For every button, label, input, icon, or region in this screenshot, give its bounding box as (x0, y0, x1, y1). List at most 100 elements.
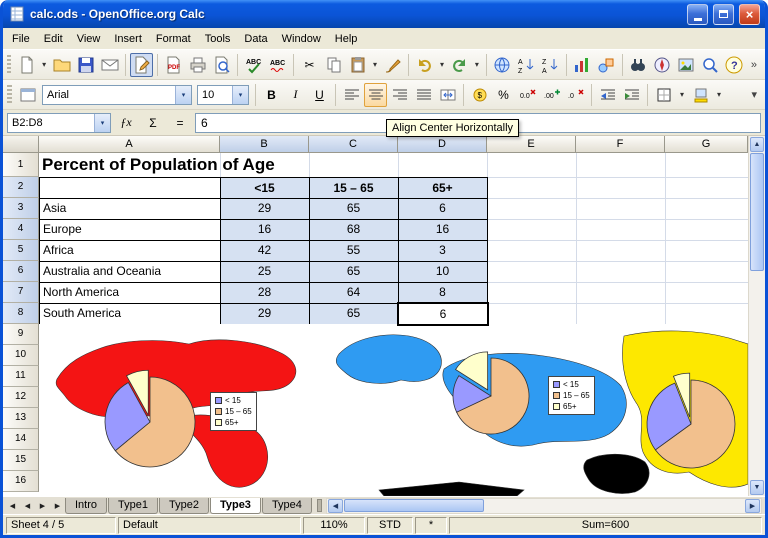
column-header-E[interactable]: E (487, 136, 576, 153)
cell-C6[interactable]: 65 (309, 261, 399, 283)
column-header-D[interactable]: D (398, 136, 487, 153)
page-preview-button[interactable] (210, 53, 233, 77)
new-dropdown-arrow[interactable]: ▾ (39, 53, 49, 77)
borders-button[interactable] (652, 83, 675, 107)
chevron-down-icon[interactable]: ▾ (175, 86, 191, 104)
formula-button[interactable]: = (168, 111, 192, 135)
column-header-B[interactable]: B (220, 136, 309, 153)
row-header-14[interactable]: 14 (3, 429, 39, 450)
cell-D2[interactable]: 65+ (398, 177, 488, 199)
increase-indent-button[interactable] (620, 83, 643, 107)
cell-A1-title[interactable]: Percent of Population of Age (42, 153, 275, 177)
save-button[interactable] (74, 53, 97, 77)
decrease-indent-button[interactable] (596, 83, 619, 107)
gallery-button[interactable] (675, 53, 698, 77)
cell-A5[interactable]: Africa (39, 240, 221, 262)
help-button[interactable]: ? (723, 53, 746, 77)
cell-C2[interactable]: 15 – 65 (309, 177, 399, 199)
percent-format-button[interactable]: % (492, 83, 515, 107)
borders-dropdown-arrow[interactable]: ▾ (676, 83, 688, 107)
cell-D7[interactable]: 8 (398, 282, 488, 304)
tab-splitter-handle[interactable] (317, 499, 322, 512)
cell-A2[interactable] (39, 177, 221, 199)
cell-C8[interactable]: 65 (309, 303, 399, 325)
function-wizard-button[interactable]: ƒx (114, 111, 138, 135)
close-button[interactable]: × (739, 4, 760, 25)
menu-data[interactable]: Data (237, 31, 274, 47)
cell-A7[interactable]: North America (39, 282, 221, 304)
app-icon[interactable] (9, 6, 25, 22)
cell-B7[interactable]: 28 (220, 282, 310, 304)
horizontal-scroll-thumb[interactable] (344, 499, 484, 512)
justify-button[interactable] (412, 83, 435, 107)
toolbar-grip[interactable] (7, 85, 12, 105)
toolbar-overflow-button[interactable]: » (747, 59, 761, 71)
previous-sheet-button[interactable]: ◀ (20, 499, 35, 513)
font-size-combo[interactable]: 10 ▾ (197, 85, 249, 105)
cell-B6[interactable]: 25 (220, 261, 310, 283)
background-color-button[interactable] (689, 83, 712, 107)
toolbar-grip[interactable] (7, 55, 11, 75)
row-header-11[interactable]: 11 (3, 366, 39, 387)
cell-D3[interactable]: 6 (398, 198, 488, 220)
underline-button[interactable]: U (308, 83, 331, 107)
cell-A8[interactable]: South America (39, 303, 221, 325)
column-header-G[interactable]: G (665, 136, 748, 153)
status-sum[interactable]: Sum=600 (449, 517, 762, 534)
undo-button[interactable] (413, 53, 436, 77)
row-header-2[interactable]: 2 (3, 177, 39, 198)
cut-button[interactable]: ✂ (298, 53, 321, 77)
standard-format-button[interactable]: 0.0 (516, 83, 539, 107)
menu-view[interactable]: View (70, 31, 108, 47)
insert-chart-button[interactable] (571, 53, 594, 77)
vertical-scroll-thumb[interactable] (750, 153, 764, 271)
print-button[interactable] (186, 53, 209, 77)
cell-B2[interactable]: <15 (220, 177, 310, 199)
edit-file-button[interactable] (130, 53, 153, 77)
italic-button[interactable]: I (284, 83, 307, 107)
sheet-tab-intro[interactable]: Intro (65, 498, 107, 514)
bold-button[interactable]: B (260, 83, 283, 107)
scroll-down-button[interactable]: ▼ (750, 480, 764, 495)
maximize-button[interactable] (713, 4, 734, 25)
styles-button[interactable] (16, 83, 39, 107)
cells-area[interactable]: Percent of Population of Age <15 15 – 65… (39, 153, 748, 496)
sheet-tab-type3[interactable]: Type3 (210, 498, 261, 514)
zoom-button[interactable] (699, 53, 722, 77)
chevron-down-icon[interactable]: ▾ (232, 86, 248, 104)
format-paintbrush-button[interactable] (381, 53, 404, 77)
paste-dropdown-arrow[interactable]: ▾ (370, 53, 380, 77)
last-sheet-button[interactable]: ▶ (50, 499, 65, 513)
row-header-10[interactable]: 10 (3, 345, 39, 366)
cell-B4[interactable]: 16 (220, 219, 310, 241)
cell-A6[interactable]: Australia and Oceania (39, 261, 221, 283)
row-header-4[interactable]: 4 (3, 219, 39, 240)
delete-decimal-button[interactable]: .0 (564, 83, 587, 107)
new-document-button[interactable] (15, 53, 38, 77)
undo-dropdown-arrow[interactable]: ▾ (437, 53, 447, 77)
navigator-button[interactable] (651, 53, 674, 77)
row-header-1[interactable]: 1 (3, 153, 39, 177)
cell-C4[interactable]: 68 (309, 219, 399, 241)
row-header-5[interactable]: 5 (3, 240, 39, 261)
name-box[interactable]: B2:D8 ▾ (7, 113, 111, 133)
sum-button[interactable]: Σ (141, 111, 165, 135)
column-header-F[interactable]: F (576, 136, 665, 153)
map-chart-object[interactable]: < 15 15 – 65 65+ < 15 15 – 65 65+ (39, 324, 748, 496)
export-pdf-button[interactable]: PDF (162, 53, 185, 77)
draw-functions-button[interactable] (595, 53, 618, 77)
row-header-6[interactable]: 6 (3, 261, 39, 282)
cell-C5[interactable]: 55 (309, 240, 399, 262)
status-sheet-position[interactable]: Sheet 4 / 5 (6, 517, 116, 534)
align-center-button[interactable] (364, 83, 387, 107)
row-header-15[interactable]: 15 (3, 450, 39, 471)
redo-dropdown-arrow[interactable]: ▾ (472, 53, 482, 77)
row-header-13[interactable]: 13 (3, 408, 39, 429)
scroll-right-button[interactable]: ▶ (745, 499, 760, 513)
status-selection-mode[interactable]: STD (367, 517, 413, 534)
copy-button[interactable] (322, 53, 345, 77)
sort-descending-button[interactable]: ZA (539, 53, 562, 77)
cell-D4[interactable]: 16 (398, 219, 488, 241)
email-button[interactable] (98, 53, 121, 77)
vertical-scrollbar[interactable]: ▲ ▼ (748, 136, 765, 496)
